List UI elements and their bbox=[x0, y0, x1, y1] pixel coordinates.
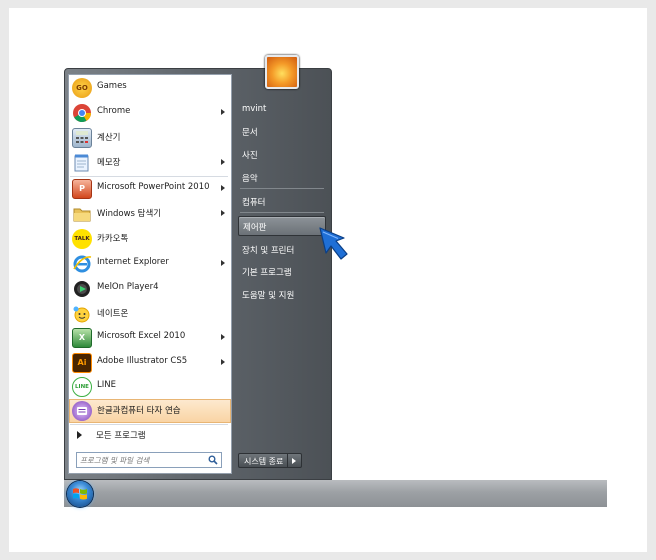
shutdown-button[interactable]: 시스템 종료 bbox=[238, 453, 288, 468]
program-label: 계산기 bbox=[97, 133, 121, 143]
program-label: Windows 탐색기 bbox=[97, 209, 162, 219]
search-box[interactable] bbox=[76, 452, 222, 468]
calculator-icon bbox=[72, 128, 92, 148]
illustrator-icon: Ai bbox=[72, 353, 92, 373]
program-label: Microsoft PowerPoint 2010 bbox=[97, 182, 210, 192]
program-item-hancom-typing[interactable]: 한글과컴퓨터 타자 연습 bbox=[69, 399, 231, 423]
right-link-pictures[interactable]: 사진 bbox=[238, 145, 326, 165]
melon-icon bbox=[72, 279, 92, 299]
expand-arrow-icon bbox=[77, 431, 82, 439]
shutdown-options-button[interactable] bbox=[288, 453, 302, 468]
right-link-help-support[interactable]: 도움말 및 지원 bbox=[238, 285, 326, 305]
right-link-user[interactable]: mvint bbox=[238, 100, 326, 120]
powerpoint-icon: P bbox=[72, 179, 92, 199]
right-link-control-panel[interactable]: 제어판 bbox=[238, 216, 326, 236]
right-link-default-programs[interactable]: 기본 프로그램 bbox=[238, 262, 326, 282]
arrow-right-icon bbox=[292, 458, 296, 464]
all-programs-button[interactable]: 모든 프로그램 bbox=[69, 425, 231, 445]
program-item-melon[interactable]: MelOn Player4 bbox=[69, 277, 231, 301]
program-item-chrome[interactable]: Chrome bbox=[69, 101, 231, 125]
program-label: MelOn Player4 bbox=[97, 282, 159, 292]
submenu-arrow-icon[interactable] bbox=[221, 260, 225, 266]
explorer-folder-icon bbox=[72, 204, 92, 224]
submenu-arrow-icon[interactable] bbox=[221, 359, 225, 365]
program-label: 네이트온 bbox=[97, 309, 129, 319]
program-label: Microsoft Excel 2010 bbox=[97, 331, 186, 341]
games-icon: GO bbox=[72, 78, 92, 98]
search-icon[interactable] bbox=[208, 455, 218, 465]
windows-logo-icon bbox=[73, 488, 87, 500]
search-input[interactable] bbox=[80, 454, 200, 466]
right-link-devices-printers[interactable]: 장치 및 프린터 bbox=[238, 240, 326, 260]
program-item-games[interactable]: GO Games bbox=[69, 76, 231, 100]
program-label: Internet Explorer bbox=[97, 257, 169, 267]
submenu-arrow-icon[interactable] bbox=[221, 210, 225, 216]
internet-explorer-icon bbox=[72, 254, 92, 274]
user-avatar[interactable] bbox=[262, 52, 328, 92]
taskbar bbox=[64, 480, 607, 507]
program-label: 한글과컴퓨터 타자 연습 bbox=[97, 406, 181, 416]
program-item-windows-explorer[interactable]: Windows 탐색기 bbox=[69, 202, 231, 226]
submenu-arrow-icon[interactable] bbox=[221, 185, 225, 191]
user-picture-flower-icon bbox=[265, 55, 299, 89]
program-label: Chrome bbox=[97, 106, 131, 116]
start-button[interactable] bbox=[67, 481, 93, 507]
program-item-excel[interactable]: X Microsoft Excel 2010 bbox=[69, 326, 231, 350]
program-item-kakaotalk[interactable]: TALK 카카오톡 bbox=[69, 227, 231, 251]
line-icon: LINE bbox=[72, 377, 92, 397]
program-item-powerpoint[interactable]: P Microsoft PowerPoint 2010 bbox=[69, 177, 231, 201]
pointer-arrow-icon bbox=[319, 227, 348, 260]
submenu-arrow-icon[interactable] bbox=[221, 159, 225, 165]
chrome-icon bbox=[72, 103, 92, 123]
divider bbox=[240, 188, 324, 189]
right-link-documents[interactable]: 문서 bbox=[238, 122, 326, 142]
excel-icon: X bbox=[72, 328, 92, 348]
right-link-music[interactable]: 음악 bbox=[238, 168, 326, 188]
submenu-arrow-icon[interactable] bbox=[221, 109, 225, 115]
program-item-notepad[interactable]: 메모장 bbox=[69, 151, 231, 175]
program-item-nateon[interactable]: 네이트온 bbox=[69, 302, 231, 326]
program-label: 메모장 bbox=[97, 158, 121, 168]
nateon-icon bbox=[72, 304, 92, 324]
kakaotalk-icon: TALK bbox=[72, 229, 92, 249]
program-label: Adobe Illustrator CS5 bbox=[97, 356, 188, 366]
divider bbox=[240, 212, 324, 213]
program-item-internet-explorer[interactable]: Internet Explorer bbox=[69, 252, 231, 276]
program-label: 카카오톡 bbox=[97, 234, 129, 244]
program-item-calculator[interactable]: 계산기 bbox=[69, 126, 231, 150]
program-label: Games bbox=[97, 81, 127, 91]
notepad-icon bbox=[72, 153, 92, 173]
program-label: LINE bbox=[97, 380, 116, 390]
hancom-typing-icon bbox=[72, 401, 92, 421]
submenu-arrow-icon[interactable] bbox=[221, 334, 225, 340]
program-item-illustrator[interactable]: Ai Adobe Illustrator CS5 bbox=[69, 351, 231, 375]
right-link-computer[interactable]: 컴퓨터 bbox=[238, 192, 326, 212]
all-programs-label: 모든 프로그램 bbox=[96, 431, 146, 441]
program-item-line[interactable]: LINE LINE bbox=[69, 375, 231, 399]
